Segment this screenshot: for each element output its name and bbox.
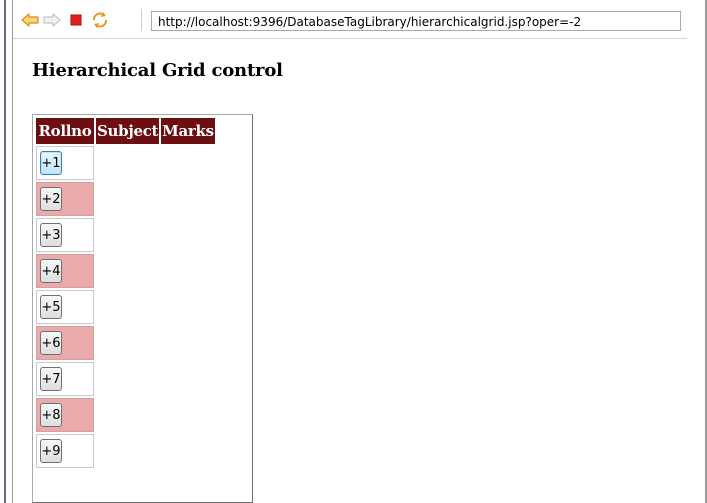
expand-row-button[interactable]: +5	[40, 295, 62, 319]
rollno-cell: +5	[36, 290, 94, 324]
rollno-cell: +8	[36, 398, 94, 432]
table-row: +3	[36, 218, 215, 252]
table-row: +8	[36, 398, 215, 432]
column-header-marks: Marks	[161, 118, 215, 144]
marks-cell	[161, 290, 215, 324]
subject-cell	[96, 398, 159, 432]
column-header-subject: Subject	[96, 118, 160, 144]
expand-row-button[interactable]: +9	[40, 439, 62, 463]
rollno-cell: +1	[36, 146, 94, 180]
rollno-cell: +7	[36, 362, 94, 396]
page-title: Hierarchical Grid control	[32, 60, 283, 81]
subject-cell	[96, 146, 159, 180]
expand-row-button[interactable]: +8	[40, 403, 62, 427]
table-row: +6	[36, 326, 215, 360]
rollno-cell: +6	[36, 326, 94, 360]
subject-cell	[96, 182, 159, 216]
column-header-rollno: Rollno	[36, 118, 94, 144]
browser-toolbar: http://localhost:9396/DatabaseTagLibrary…	[13, 0, 687, 39]
forward-arrow-icon[interactable]	[43, 12, 61, 28]
stop-icon[interactable]	[67, 12, 85, 28]
subject-cell	[96, 218, 159, 252]
subject-cell	[96, 362, 159, 396]
subject-cell	[96, 290, 159, 324]
marks-cell	[161, 398, 215, 432]
rollno-cell: +9	[36, 434, 94, 468]
table-row: +2	[36, 182, 215, 216]
grid-table: Rollno Subject Marks +1 +2 +3 +4 +5 +6 +…	[34, 116, 217, 470]
toolbar-separator	[141, 9, 142, 31]
grid-header-row: Rollno Subject Marks	[36, 118, 215, 144]
table-row: +7	[36, 362, 215, 396]
refresh-icon[interactable]	[91, 12, 109, 28]
table-row: +5	[36, 290, 215, 324]
table-row: +1	[36, 146, 215, 180]
marks-cell	[161, 362, 215, 396]
rollno-cell: +3	[36, 218, 94, 252]
marks-cell	[161, 434, 215, 468]
rollno-cell: +2	[36, 182, 94, 216]
expand-row-button[interactable]: +4	[40, 259, 62, 283]
expand-row-button[interactable]: +3	[40, 223, 62, 247]
marks-cell	[161, 182, 215, 216]
table-row: +4	[36, 254, 215, 288]
marks-cell	[161, 146, 215, 180]
page-content: Hierarchical Grid control Rollno Subject…	[13, 39, 687, 503]
rollno-cell: +4	[36, 254, 94, 288]
address-bar[interactable]: http://localhost:9396/DatabaseTagLibrary…	[151, 11, 681, 31]
marks-cell	[161, 326, 215, 360]
back-arrow-icon[interactable]	[21, 12, 39, 28]
subject-cell	[96, 434, 159, 468]
expand-row-button[interactable]: +2	[40, 187, 62, 211]
marks-cell	[161, 254, 215, 288]
marks-cell	[161, 218, 215, 252]
table-row: +9	[36, 434, 215, 468]
subject-cell	[96, 254, 159, 288]
window-frame-left	[0, 0, 13, 503]
expand-row-button[interactable]: +6	[40, 331, 62, 355]
hierarchical-grid: Rollno Subject Marks +1 +2 +3 +4 +5 +6 +…	[32, 114, 253, 503]
subject-cell	[96, 326, 159, 360]
expand-row-button[interactable]: +7	[40, 367, 62, 391]
window-frame-right	[686, 0, 707, 503]
expand-row-button[interactable]: +1	[40, 151, 62, 175]
